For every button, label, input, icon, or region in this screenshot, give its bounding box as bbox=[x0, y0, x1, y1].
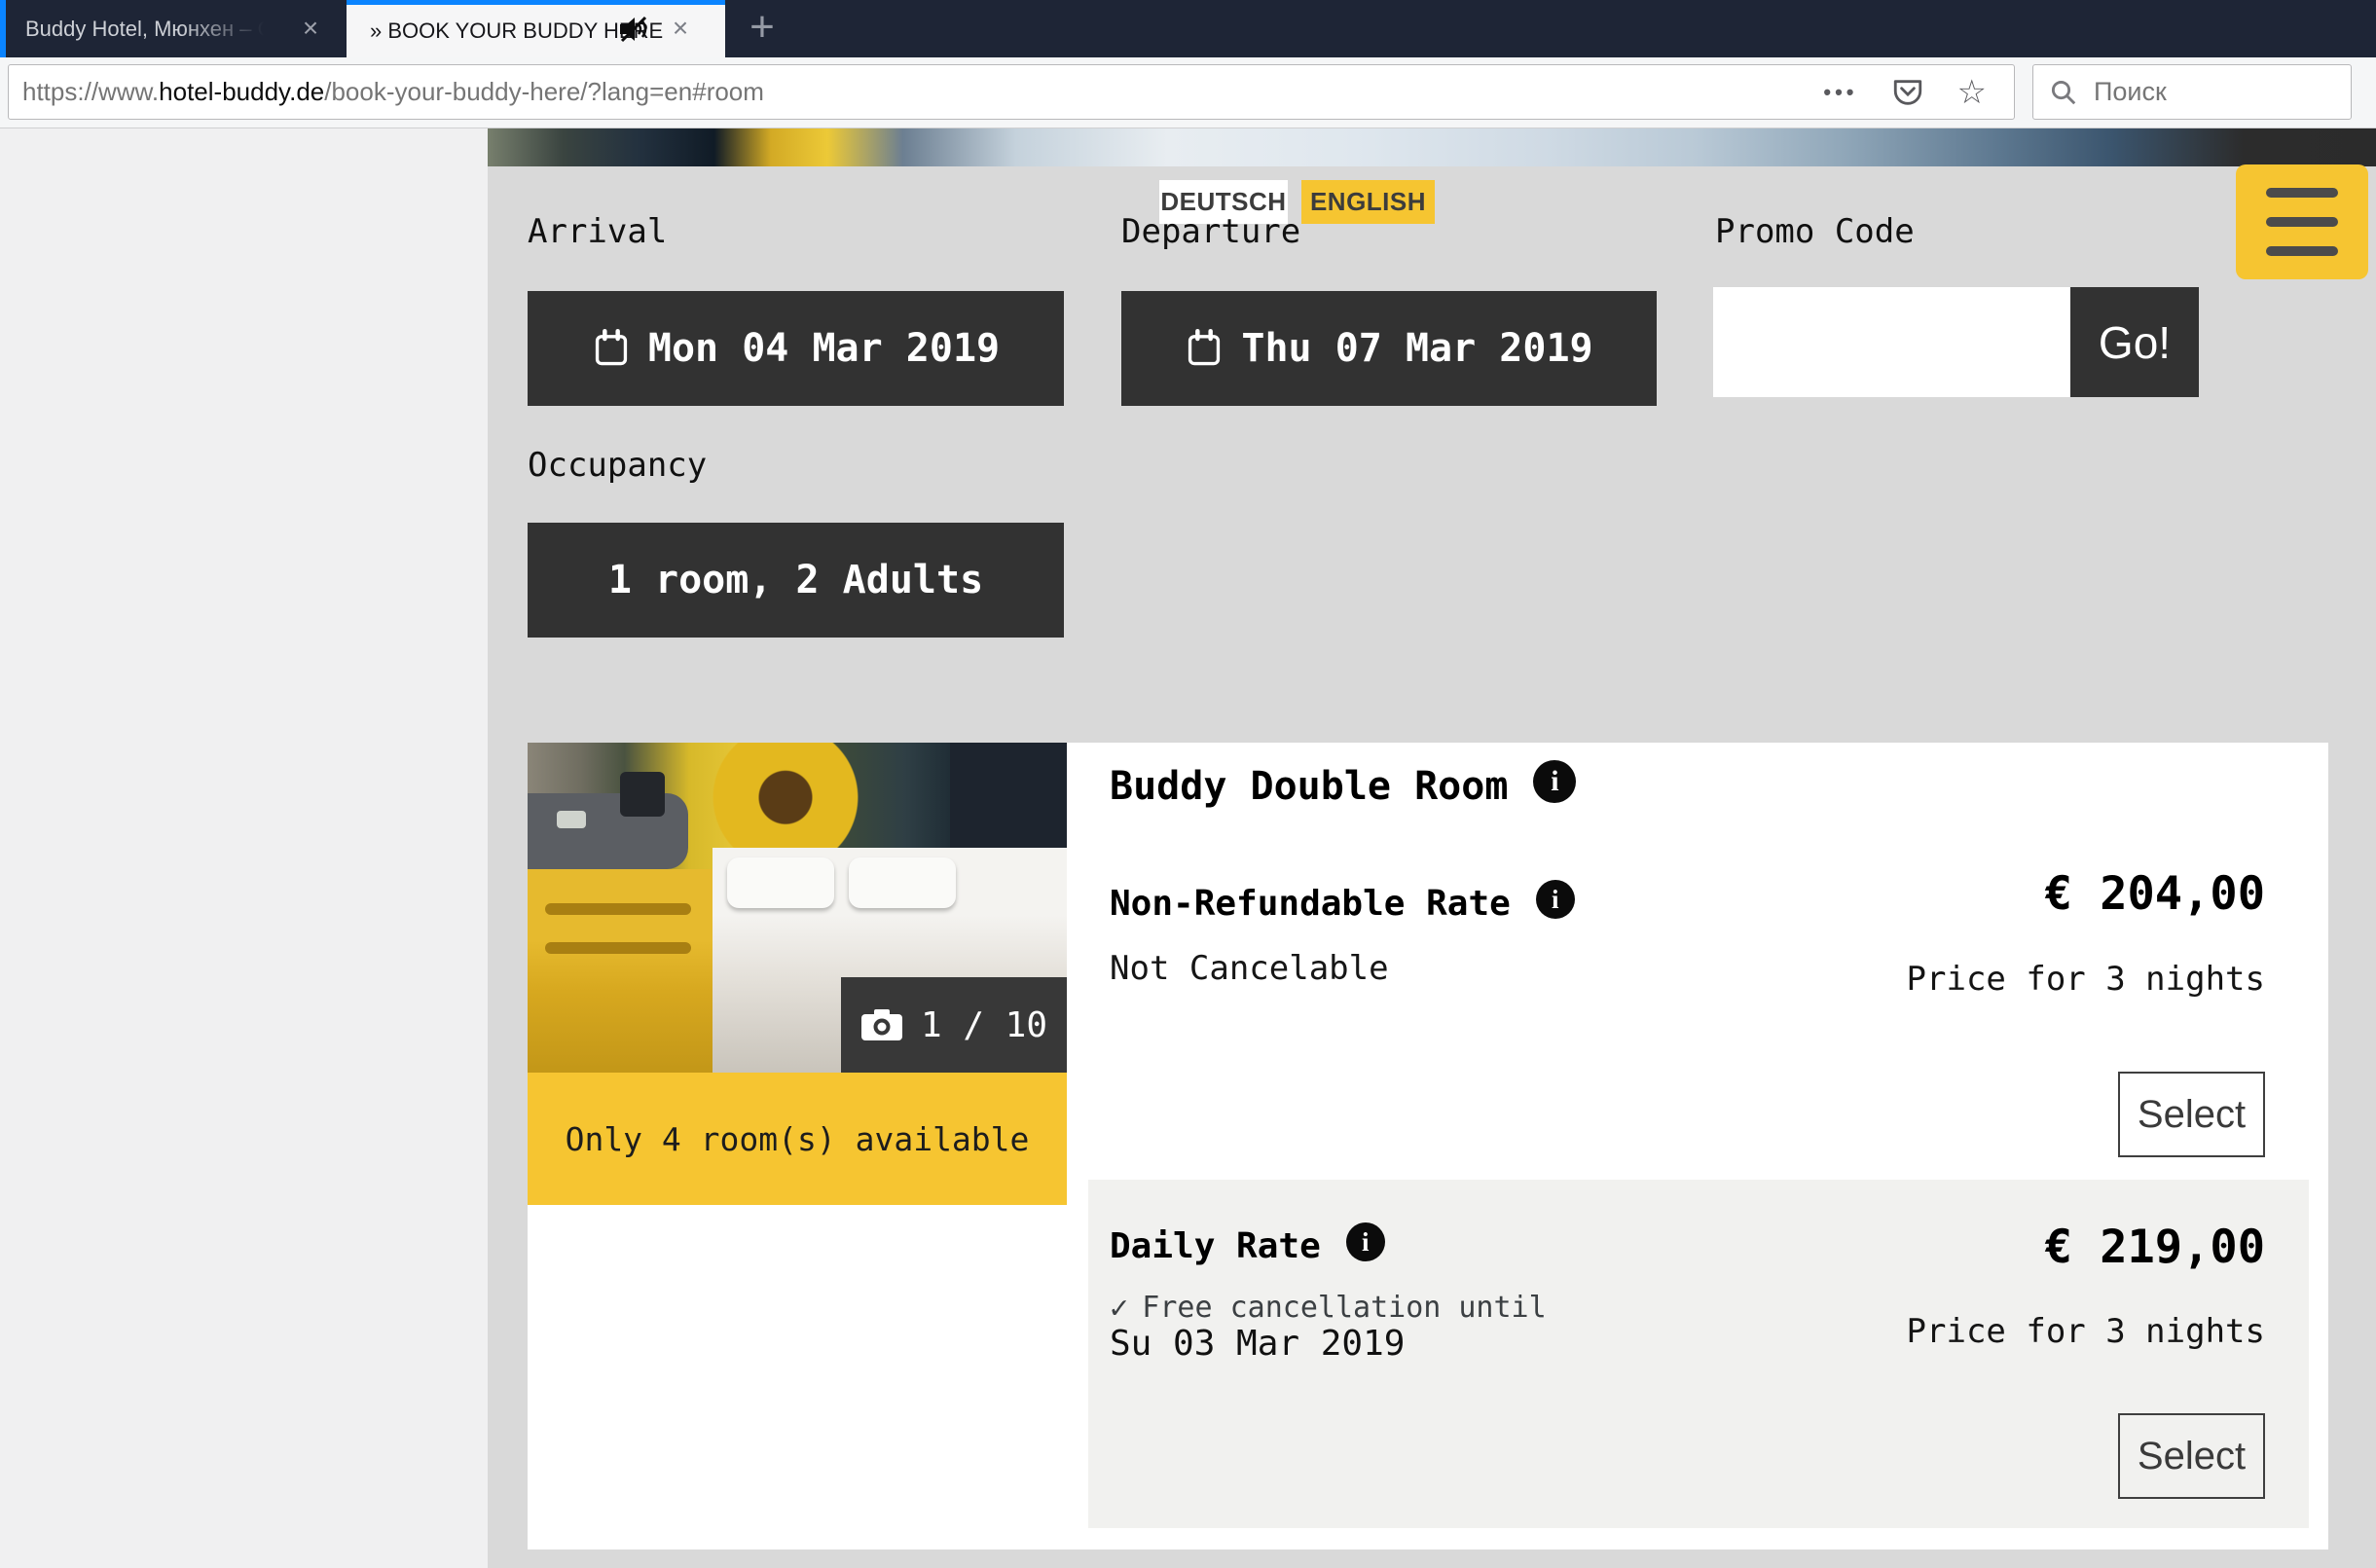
bookmark-star-icon[interactable]: ☆ bbox=[1957, 78, 1987, 107]
room-info-icon[interactable]: i bbox=[1533, 760, 1576, 803]
rate-cancellation-date: Su 03 Mar 2019 bbox=[1110, 1324, 1405, 1364]
search-icon bbox=[2049, 78, 2078, 107]
url-path: /book-your-buddy-here/?lang=en#room bbox=[324, 77, 764, 106]
url-prefix: https://www. bbox=[22, 77, 159, 106]
tab-loading-accent bbox=[0, 0, 6, 57]
camera-icon bbox=[860, 1008, 903, 1041]
rate-info-icon[interactable]: i bbox=[1536, 880, 1575, 919]
url-bar[interactable]: https://www.hotel-buddy.de/book-your-bud… bbox=[8, 64, 2015, 120]
photo-yellow-cart bbox=[528, 869, 713, 1073]
rate-name-row: Non-Refundable Rate i bbox=[1110, 884, 1575, 924]
header-photo-strip bbox=[488, 128, 2376, 166]
room-card: 1 / 10 Only 4 room(s) available Buddy Do… bbox=[528, 743, 2328, 1550]
departure-date-value: Thu 07 Mar 2019 bbox=[1241, 326, 1592, 371]
new-tab-button[interactable]: + bbox=[738, 0, 786, 57]
rate-condition: Free cancellation until bbox=[1142, 1291, 1546, 1325]
rate-price-note: Price for 3 nights bbox=[1907, 960, 2265, 999]
photo-pillow bbox=[727, 857, 834, 908]
rate-price-note: Price for 3 nights bbox=[1907, 1312, 2265, 1351]
search-input[interactable] bbox=[2092, 76, 2320, 108]
room-photo[interactable]: 1 / 10 bbox=[528, 743, 1067, 1073]
photo-pillow bbox=[849, 857, 956, 908]
pocket-icon[interactable] bbox=[1891, 76, 1924, 109]
rate-info-icon[interactable]: i bbox=[1346, 1222, 1385, 1261]
arrival-date-value: Mon 04 Mar 2019 bbox=[648, 326, 1000, 371]
rate-price: € 204,00 bbox=[2045, 867, 2265, 921]
language-english-button[interactable]: ENGLISH bbox=[1301, 180, 1435, 224]
calendar-icon bbox=[1185, 329, 1224, 368]
rate-name: Daily Rate bbox=[1110, 1226, 1321, 1266]
arrival-label: Arrival bbox=[528, 212, 667, 251]
tab-muted-audio-icon[interactable] bbox=[617, 15, 652, 44]
occupancy-field[interactable]: 1 room, 2 Adults bbox=[528, 523, 1064, 638]
photo-counter-text: 1 / 10 bbox=[921, 1005, 1047, 1045]
hamburger-menu-button[interactable] bbox=[2236, 164, 2368, 279]
room-title-row: Buddy Double Room i bbox=[1110, 764, 1576, 809]
tab-buddy-hotel[interactable]: Buddy Hotel, Мюнхен – Оновл × bbox=[0, 0, 347, 57]
rate-name: Non-Refundable Rate bbox=[1110, 884, 1511, 924]
url-domain: hotel-buddy.de bbox=[159, 77, 324, 106]
hamburger-bar bbox=[2266, 188, 2338, 198]
booking-page: DEUTSCH ENGLISH Arrival Departure Promo … bbox=[488, 128, 2376, 1568]
page-actions: ••• ☆ bbox=[1823, 76, 2014, 109]
tab-bar: Buddy Hotel, Мюнхен – Оновл × » BOOK YOU… bbox=[0, 0, 2376, 57]
calendar-icon bbox=[592, 329, 631, 368]
rate-price: € 219,00 bbox=[2045, 1221, 2265, 1274]
navigation-toolbar: https://www.hotel-buddy.de/book-your-bud… bbox=[0, 57, 2376, 128]
rate-condition: Not Cancelable bbox=[1110, 949, 1389, 988]
tab-close-icon[interactable]: × bbox=[296, 0, 325, 57]
url-text: https://www.hotel-buddy.de/book-your-bud… bbox=[9, 77, 764, 107]
arrival-date-field[interactable]: Mon 04 Mar 2019 bbox=[528, 291, 1064, 406]
select-rate-button[interactable]: Select bbox=[2118, 1072, 2265, 1157]
departure-label: Departure bbox=[1121, 212, 1300, 251]
departure-date-field[interactable]: Thu 07 Mar 2019 bbox=[1121, 291, 1657, 406]
search-bar[interactable] bbox=[2032, 64, 2352, 120]
check-icon: ✓ bbox=[1110, 1289, 1128, 1326]
select-rate-button[interactable]: Select bbox=[2118, 1413, 2265, 1499]
tab-book-your-buddy[interactable]: » BOOK YOUR BUDDY HERE × bbox=[347, 0, 725, 57]
promo-go-button[interactable]: Go! bbox=[2070, 287, 2199, 397]
hamburger-bar bbox=[2266, 217, 2338, 227]
photo-counter-overlay[interactable]: 1 / 10 bbox=[841, 977, 1067, 1073]
promo-code-label: Promo Code bbox=[1715, 212, 1915, 251]
occupancy-value: 1 room, 2 Adults bbox=[608, 558, 983, 602]
room-title: Buddy Double Room bbox=[1110, 764, 1508, 809]
rate-row-non-refundable: Non-Refundable Rate i Not Cancelable € 2… bbox=[1088, 859, 2309, 1181]
photo-cup bbox=[557, 811, 586, 828]
photo-coffee-machine bbox=[620, 772, 665, 817]
rate-cancellation-row: ✓ Free cancellation until bbox=[1110, 1289, 1547, 1326]
occupancy-label: Occupancy bbox=[528, 446, 707, 485]
photo-cart-slot bbox=[545, 942, 691, 954]
tab-title-fade bbox=[181, 0, 278, 57]
photo-sunflower-mural bbox=[674, 743, 897, 864]
rate-name-row: Daily Rate i bbox=[1110, 1226, 1385, 1266]
page-left-margin bbox=[0, 128, 488, 1568]
tab-close-icon[interactable]: × bbox=[666, 0, 695, 57]
promo-code-input[interactable] bbox=[1713, 287, 2070, 397]
availability-banner: Only 4 room(s) available bbox=[528, 1073, 1067, 1205]
photo-cart-slot bbox=[545, 903, 691, 915]
hamburger-bar bbox=[2266, 246, 2338, 256]
page-actions-icon[interactable]: ••• bbox=[1823, 80, 1857, 105]
rate-row-daily: Daily Rate i ✓ Free cancellation until S… bbox=[1088, 1180, 2309, 1528]
